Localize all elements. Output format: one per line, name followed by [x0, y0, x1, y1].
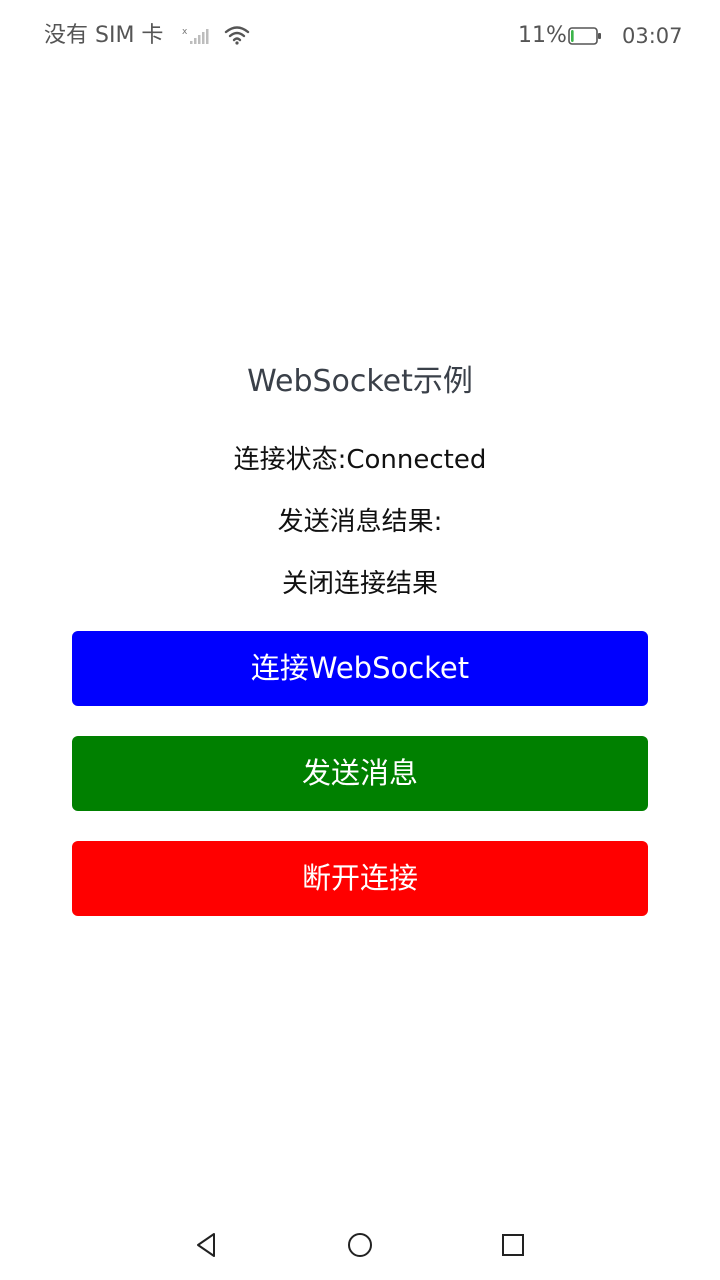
page-title: WebSocket示例 [247, 364, 473, 399]
app-screen: 没有 SIM 卡 x 11% 03:07 WebSocket示例 连接状态:Co… [0, 0, 720, 1280]
send-result-text: 发送消息结果: [277, 507, 443, 537]
navigation-bar [0, 1210, 720, 1280]
disconnect-button[interactable]: 断开连接 [72, 841, 648, 916]
signal-no-sim-icon: x [182, 26, 212, 46]
back-triangle-icon[interactable] [192, 1230, 222, 1260]
disconnect-button-label: 断开连接 [301, 861, 418, 895]
connect-websocket-button[interactable]: 连接WebSocket [72, 631, 648, 706]
close-result-text: 关闭连接结果 [281, 569, 438, 599]
carrier-label: 没有 SIM 卡 [44, 23, 164, 48]
connection-status-text: 连接状态:Connected [233, 445, 487, 475]
wifi-icon [224, 24, 250, 46]
status-bar: 没有 SIM 卡 x 11% 03:07 [0, 0, 720, 72]
clock-time: 03:07 [622, 24, 683, 48]
home-circle-icon[interactable] [345, 1230, 375, 1260]
battery-percent: 11% [518, 23, 567, 48]
send-message-button[interactable]: 发送消息 [72, 736, 648, 811]
send-button-label: 发送消息 [301, 756, 418, 790]
svg-text:x: x [182, 27, 188, 37]
connect-button-label: 连接WebSocket [250, 651, 470, 685]
recent-square-icon[interactable] [498, 1230, 528, 1260]
battery-icon [568, 27, 602, 45]
